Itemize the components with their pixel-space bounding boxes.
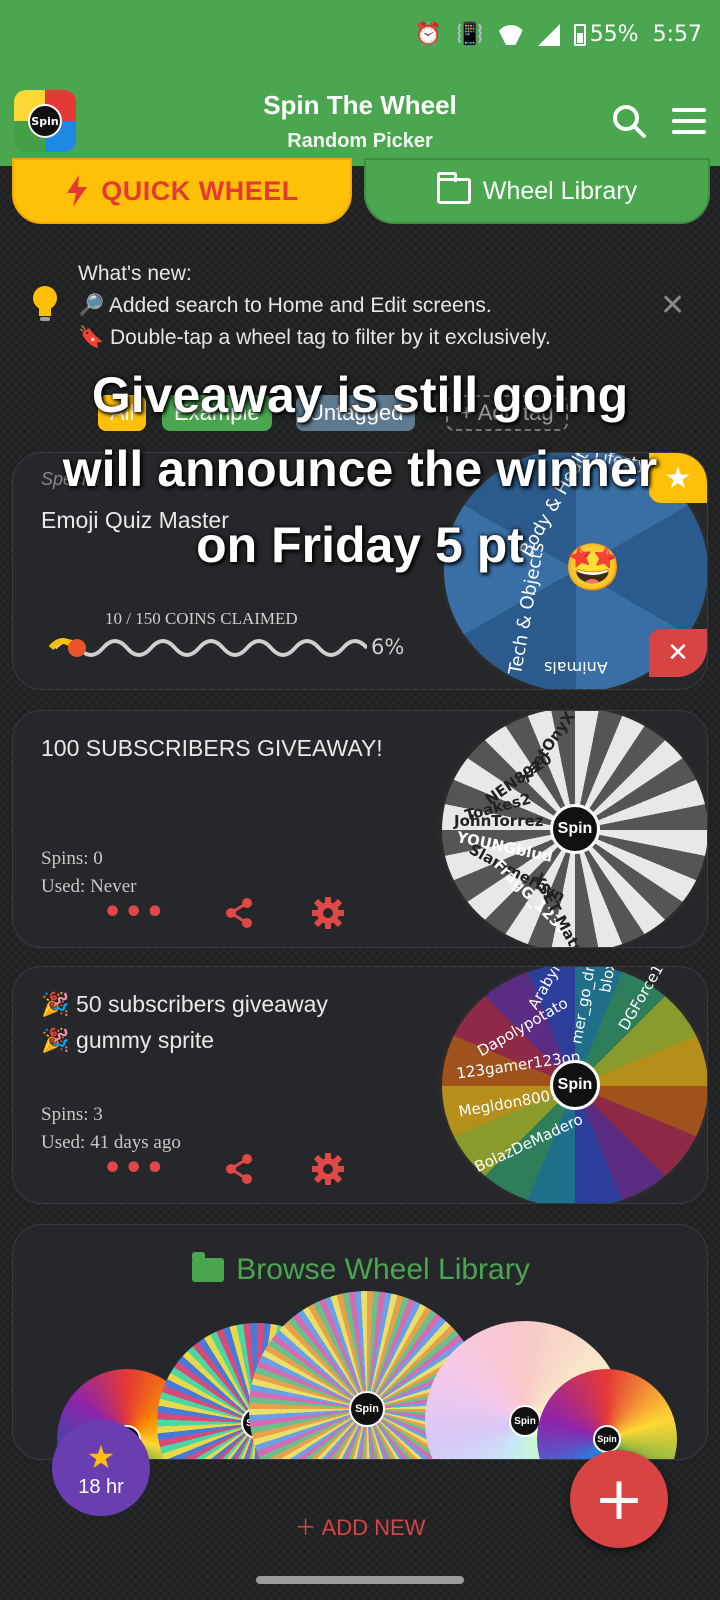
spin-hub: Spin	[349, 1391, 385, 1427]
spin-hub: Spin	[550, 1060, 600, 1110]
daily-reward-button[interactable]: ★ 18 hr	[52, 1420, 150, 1516]
browse-library-label: Browse Wheel Library	[236, 1253, 530, 1286]
search-icon[interactable]	[612, 104, 646, 138]
spin-hub: Spin	[509, 1405, 541, 1437]
share-icon[interactable]	[223, 897, 255, 929]
wheel-segment-label: blox	[596, 966, 620, 994]
add-new-label: ADD NEW	[321, 1515, 426, 1540]
wheel-preview[interactable]: XsetOnyX NEN8910 Toakes2 JohnTorrez YOUN…	[439, 711, 707, 947]
whats-new-item: 🔖 Double-tap a wheel tag to filter by it…	[78, 326, 551, 349]
wheel-segment-label: BolazDeMadero	[471, 1110, 586, 1176]
wheel-preview[interactable]: Arabyi Dapolypotato 123gamer123op Megldo…	[439, 966, 707, 1203]
clock: 5:57	[652, 22, 702, 47]
wheel-segment-label: Megldon8007	[457, 1085, 562, 1121]
battery-percent: 55%	[589, 22, 639, 47]
card-spins: Spins: 3	[41, 1104, 103, 1125]
wheel-segment-label: DGForce18	[614, 966, 672, 1034]
spin-hub: Spin	[550, 804, 600, 854]
share-icon[interactable]	[223, 1153, 255, 1185]
status-bar: ⏰ 📳 55% 5:57	[0, 0, 720, 76]
lightbulb-icon	[33, 286, 57, 321]
spin-hub: Spin	[593, 1425, 621, 1453]
wheel-segment-label: JohnTorrez	[454, 812, 544, 830]
whats-new-panel: What's new: 🔎 Added search to Home and E…	[78, 258, 638, 354]
plus-icon: +	[593, 1464, 645, 1534]
battery-icon	[573, 23, 586, 46]
settings-gear-icon[interactable]	[311, 1152, 345, 1186]
signal-icon	[537, 23, 560, 46]
folder-icon	[192, 1252, 225, 1282]
card-title-line1: 🎉 50 subscribers giveaway	[41, 991, 328, 1017]
wheel-segment-label: Animals	[544, 658, 608, 677]
delete-icon[interactable]: ✕	[649, 629, 707, 677]
add-wheel-fab[interactable]: +	[570, 1450, 668, 1548]
coins-progress-text: 10 / 150 COINS CLAIMED	[105, 609, 298, 628]
gesture-nav-handle[interactable]	[256, 1576, 464, 1584]
browse-library-link[interactable]: Browse Wheel Library	[13, 1252, 707, 1287]
settings-gear-icon[interactable]	[311, 896, 345, 930]
coins-progress-percent: 6%	[371, 635, 405, 659]
wheel-card-100-subscribers[interactable]: 100 SUBSCRIBERS GIVEAWAY! Spins: 0 Used:…	[12, 710, 708, 948]
wheel-segment-label: mer_go_dn	[567, 966, 600, 1046]
whats-new-item: 🔎 Added search to Home and Edit screens.	[78, 294, 492, 317]
menu-icon[interactable]	[672, 108, 706, 134]
coins-progress-bar	[48, 638, 367, 657]
wheel-library-label: Wheel Library	[482, 176, 638, 205]
lightning-icon	[67, 175, 88, 207]
whats-new-heading: What's new:	[78, 262, 192, 285]
wheel-library-button[interactable]: Wheel Library	[364, 158, 710, 224]
caption-line: will announce the winner	[62, 441, 658, 497]
app-bar: Spin Spin The Wheel Random Picker	[0, 76, 720, 166]
card-title: 100 SUBSCRIBERS GIVEAWAY!	[41, 735, 383, 761]
caption-line: on Friday 5 pt	[196, 517, 524, 573]
quick-wheel-label: QUICK WHEEL	[101, 175, 299, 206]
plus-icon: ＋	[294, 1515, 317, 1540]
wifi-icon	[498, 25, 524, 45]
star-icon: ★	[86, 1437, 116, 1476]
more-options-icon[interactable]: •••	[103, 895, 167, 930]
battery-indicator: 55%	[573, 22, 639, 47]
caption-line: Giveaway is still going	[91, 367, 629, 423]
wheel-card-50-subscribers[interactable]: 🎉 50 subscribers giveaway 🎉 gummy sprite…	[12, 966, 708, 1204]
vibrate-icon: 📳	[456, 22, 484, 47]
more-options-icon[interactable]: •••	[103, 1151, 167, 1186]
card-spins: Spins: 0	[41, 848, 103, 869]
card-title-line2: 🎉 gummy sprite	[41, 1027, 215, 1053]
close-icon[interactable]: ✕	[660, 288, 685, 323]
reward-timer: 18 hr	[78, 1475, 124, 1498]
folder-icon	[436, 172, 471, 204]
alarm-icon: ⏰	[414, 22, 443, 47]
quick-wheel-button[interactable]: QUICK WHEEL	[12, 158, 352, 224]
